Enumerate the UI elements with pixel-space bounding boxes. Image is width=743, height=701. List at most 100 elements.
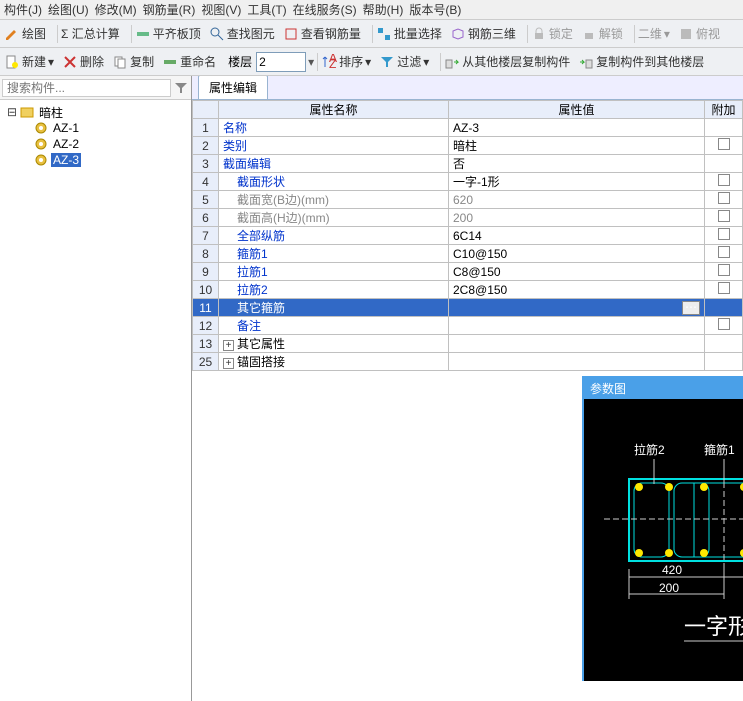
prop-name-cell[interactable]: 截面形状 [219,173,449,191]
prop-value-cell[interactable]: AZ-3 [449,119,705,137]
property-row[interactable]: 8箍筋1C10@150 [193,245,743,263]
add-cell[interactable] [705,227,743,245]
parameter-diagram-window[interactable]: 参数图 [582,376,743,681]
menu-item[interactable]: 帮助(H) [363,1,404,18]
batch-select-button[interactable]: 批量选择 [376,25,442,42]
checkbox[interactable] [718,282,730,294]
property-row[interactable]: 1名称AZ-3 [193,119,743,137]
property-row[interactable]: 3截面编辑否 [193,155,743,173]
menu-item[interactable]: 版本号(B) [409,1,461,18]
menu-item[interactable]: 钢筋量(R) [143,1,196,18]
col-name[interactable]: 属性名称 [219,101,449,119]
property-row[interactable]: 10拉筋22C8@150 [193,281,743,299]
add-cell[interactable] [705,209,743,227]
add-cell[interactable] [705,299,743,317]
checkbox[interactable] [718,138,730,150]
property-row[interactable]: 9拉筋1C8@150 [193,263,743,281]
property-row[interactable]: 11其它箍筋⋯ [193,299,743,317]
property-row[interactable]: 13+其它属性 [193,335,743,353]
menu-item[interactable]: 修改(M) [95,1,137,18]
dim2-button[interactable]: 二维▾ [638,25,670,42]
prop-value-cell[interactable] [449,317,705,335]
property-row[interactable]: 7全部纵筋6C14 [193,227,743,245]
search-input[interactable] [2,79,171,97]
prop-value-cell[interactable]: 620 [449,191,705,209]
prop-value-cell[interactable] [449,353,705,371]
property-row[interactable]: 4截面形状一字-1形 [193,173,743,191]
prop-value-cell[interactable]: C10@150 [449,245,705,263]
checkbox[interactable] [718,264,730,276]
floor-input[interactable] [256,52,306,72]
menu-item[interactable]: 工具(T) [247,1,286,18]
checkbox[interactable] [718,318,730,330]
menu-item[interactable]: 绘图(U) [48,1,89,18]
property-row[interactable]: 2类别暗柱 [193,137,743,155]
ellipsis-button[interactable]: ⋯ [682,301,700,315]
menu-item[interactable]: 构件(J) [4,1,42,18]
prop-name-cell[interactable]: 其它箍筋 [219,299,449,317]
flat-top-button[interactable]: 平齐板顶 [135,25,201,42]
property-row[interactable]: 25+锚固搭接 [193,353,743,371]
add-cell[interactable] [705,137,743,155]
checkbox[interactable] [718,192,730,204]
prop-name-cell[interactable]: 截面编辑 [219,155,449,173]
delete-button[interactable]: 删除 [62,53,104,70]
prop-name-cell[interactable]: 拉筋2 [219,281,449,299]
prop-name-cell[interactable]: 类别 [219,137,449,155]
checkbox[interactable] [718,246,730,258]
tree-root[interactable]: ⊟ 暗柱 [4,104,187,120]
floor-dropdown-icon[interactable]: ▾ [308,55,314,69]
prop-name-cell[interactable]: 拉筋1 [219,263,449,281]
rebar-view-button[interactable]: 查看钢筋量 [283,25,361,42]
copy-from-floor-button[interactable]: 从其他楼层复制构件 [444,53,570,70]
add-cell[interactable] [705,173,743,191]
draw-button[interactable]: 绘图 [4,25,46,42]
rename-button[interactable]: 重命名 [162,53,216,70]
add-cell[interactable] [705,263,743,281]
add-cell[interactable] [705,191,743,209]
collapse-icon[interactable]: ⊟ [4,105,20,119]
tab-property-edit[interactable]: 属性编辑 [198,76,268,99]
add-cell[interactable] [705,155,743,173]
new-button[interactable]: 新建▾ [4,53,54,70]
topview-button[interactable]: 俯视 [678,25,720,42]
lock-button[interactable]: 锁定 [531,25,573,42]
add-cell[interactable] [705,317,743,335]
prop-value-cell[interactable]: 暗柱 [449,137,705,155]
property-row[interactable]: 12备注 [193,317,743,335]
prop-value-cell[interactable]: ⋯ [449,299,705,317]
menu-item[interactable]: 在线服务(S) [293,1,357,18]
sum-button[interactable]: Σ 汇总计算 [61,25,120,42]
prop-value-cell[interactable]: C8@150 [449,263,705,281]
prop-value-cell[interactable]: 否 [449,155,705,173]
prop-name-cell[interactable]: 箍筋1 [219,245,449,263]
checkbox[interactable] [718,174,730,186]
tree-item[interactable]: AZ-2 [4,136,187,152]
component-tree[interactable]: ⊟ 暗柱 AZ-1 AZ-2 AZ-3 [0,100,191,701]
col-value[interactable]: 属性值 [449,101,705,119]
prop-name-cell[interactable]: 备注 [219,317,449,335]
copy-to-floor-button[interactable]: 复制构件到其他楼层 [578,53,704,70]
prop-name-cell[interactable]: 截面宽(B边)(mm) [219,191,449,209]
prop-value-cell[interactable]: 一字-1形 [449,173,705,191]
expand-icon[interactable]: + [223,340,234,351]
add-cell[interactable] [705,281,743,299]
expand-icon[interactable]: + [223,358,234,369]
checkbox[interactable] [718,228,730,240]
unlock-button[interactable]: 解锁 [581,25,623,42]
add-cell[interactable] [705,353,743,371]
prop-name-cell[interactable]: +锚固搭接 [219,353,449,371]
property-row[interactable]: 6截面高(H边)(mm)200 [193,209,743,227]
add-cell[interactable] [705,245,743,263]
prop-name-cell[interactable]: 名称 [219,119,449,137]
checkbox[interactable] [718,210,730,222]
sort-button[interactable]: AZ排序▾ [321,53,371,70]
prop-value-cell[interactable] [449,335,705,353]
tree-item[interactable]: AZ-1 [4,120,187,136]
col-add[interactable]: 附加 [705,101,743,119]
filter-button[interactable]: 过滤▾ [379,53,429,70]
find-button[interactable]: 查找图元 [209,25,275,42]
tree-item-selected[interactable]: AZ-3 [4,152,187,168]
rebar-3d-button[interactable]: 钢筋三维 [450,25,516,42]
add-cell[interactable] [705,335,743,353]
